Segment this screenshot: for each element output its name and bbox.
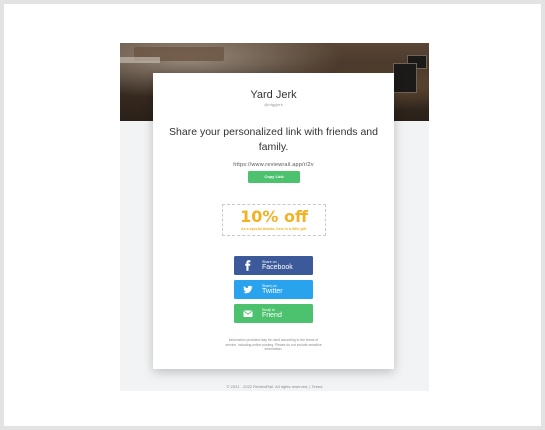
footer-terms-link[interactable]: Terms <box>311 384 322 389</box>
envelope-icon <box>243 310 253 317</box>
copy-link-button[interactable]: Copy Link <box>248 171 300 183</box>
twitter-icon <box>243 285 253 294</box>
coupon-box: 10% off As a special thanks, here is a l… <box>222 204 326 236</box>
share-twitter-label: Twitter <box>262 288 283 295</box>
email-friend-button[interactable]: Email to Friend <box>234 304 313 323</box>
facebook-icon <box>245 260 251 271</box>
email-friend-label: Friend <box>262 312 282 319</box>
share-facebook-label: Facebook <box>262 264 293 271</box>
disclaimer-text: Information provided may be used accordi… <box>225 338 322 352</box>
business-name: Yard Jerk <box>250 89 297 101</box>
footer-copyright: © 2021 - 2022 ReviewRail. All rights res… <box>226 384 309 389</box>
share-card: Yard Jerk @rdgpjerk Share your personali… <box>153 73 394 369</box>
share-facebook-small-label: Share on <box>262 259 277 264</box>
share-facebook-button[interactable]: Share on Facebook <box>234 256 313 275</box>
photo-chalkboard-shape <box>393 63 417 93</box>
photo-shelf-shape <box>120 57 160 63</box>
share-link-text[interactable]: https://www.reviewrail.app/r/2v <box>153 162 394 168</box>
business-handle: @rdgpjerk <box>264 102 283 107</box>
share-headline: Share your personalized link with friend… <box>169 126 378 153</box>
page-footer: © 2021 - 2022 ReviewRail. All rights res… <box>120 384 429 389</box>
share-twitter-small-label: Share on <box>262 283 277 288</box>
coupon-offer: 10% off <box>240 207 308 226</box>
coupon-message: As a special thanks, here is a little gi… <box>241 227 307 231</box>
share-twitter-button[interactable]: Share on Twitter <box>234 280 313 299</box>
email-friend-small-label: Email to <box>262 307 275 312</box>
